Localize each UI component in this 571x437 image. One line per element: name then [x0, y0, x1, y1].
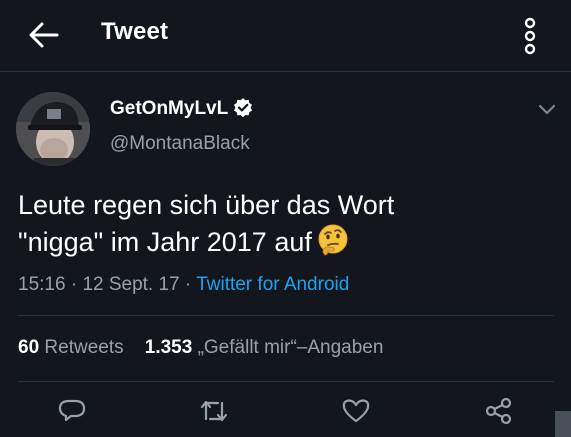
retweets-count: 60 [18, 337, 40, 358]
tweet-date: 12 Sept. 17 [82, 274, 180, 295]
more-vertical-icon [524, 17, 536, 55]
back-button[interactable] [26, 20, 62, 50]
retweet-button[interactable] [199, 397, 229, 425]
divider [18, 315, 554, 316]
tweet-text: Leute regen sich über das Wort "nigga" i… [18, 187, 538, 266]
retweets-stat[interactable]: 60 Retweets [18, 337, 124, 358]
tweet-metadata: 15:16 · 12 Sept. 17 · Twitter for Androi… [18, 274, 349, 296]
likes-stat[interactable]: 1.353 „Gefällt mir“–Angaben [145, 337, 384, 358]
retweet-icon [200, 400, 228, 422]
share-button[interactable] [484, 397, 514, 425]
verified-badge-icon [233, 97, 253, 123]
avatar[interactable] [16, 92, 90, 166]
thinking-face-emoji-icon [316, 223, 350, 266]
author-handle[interactable]: @MontanaBlack [110, 133, 250, 155]
share-icon [485, 397, 512, 425]
retweets-label: Retweets [44, 337, 124, 358]
author-display-name-text: GetOnMyLvL [110, 98, 229, 119]
arrow-left-icon [29, 22, 59, 48]
tweet-source-link[interactable]: Twitter for Android [196, 274, 349, 295]
tweet-text-line-1: Leute regen sich über das Wort [18, 190, 395, 220]
top-app-bar: Tweet [0, 0, 571, 72]
reply-button[interactable] [57, 397, 87, 425]
likes-label: „Gefällt mir“–Angaben [197, 337, 384, 358]
avatar-image [16, 92, 90, 166]
separator: · [70, 274, 78, 295]
more-options-button[interactable] [520, 17, 540, 57]
reply-icon [58, 399, 86, 422]
separator: · [184, 274, 192, 295]
tweet-time: 15:16 [18, 274, 66, 295]
tweet-action-bar [0, 390, 571, 430]
tweet-stats: 60 Retweets 1.353 „Gefällt mir“–Angaben [18, 337, 383, 359]
page-title: Tweet [101, 18, 169, 45]
screen-corner-fragment [555, 411, 571, 437]
like-heart-icon [342, 399, 370, 423]
tweet-text-line-2: "nigga" im Jahr 2017 auf [18, 223, 538, 266]
divider [18, 381, 554, 382]
chevron-down-icon [538, 104, 556, 115]
likes-count: 1.353 [144, 337, 193, 358]
author-display-name[interactable]: GetOnMyLvL [110, 97, 253, 123]
tweet-options-caret[interactable] [537, 101, 557, 117]
like-button[interactable] [341, 397, 371, 425]
tweet-text-line-2-text: "nigga" im Jahr 2017 auf [18, 227, 312, 257]
